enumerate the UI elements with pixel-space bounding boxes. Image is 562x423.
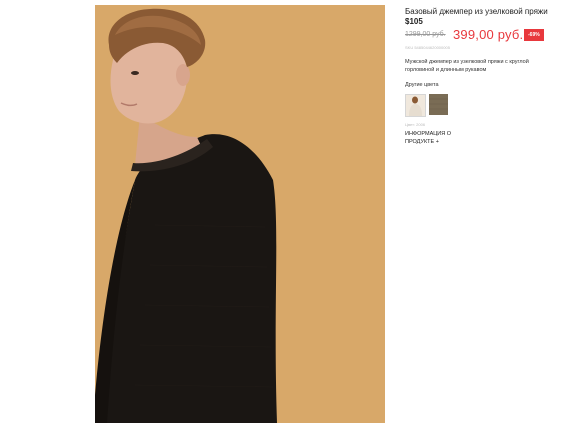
discount-badge: -69% [524,29,544,41]
product-description: Мужской джемпер из узелковой пряжи с кру… [405,59,529,73]
other-colors-label: Другие цвета [405,82,439,88]
model-photo-graphic [95,5,385,423]
swatch-khaki-thumbnail [429,94,448,115]
sale-price: 399,00 руб. [453,27,524,42]
color-swatch-khaki[interactable] [429,94,448,115]
product-photo[interactable] [95,5,385,423]
color-swatch-light[interactable] [405,94,426,117]
color-note: Цвет: 2006 [405,122,426,127]
product-sku: SKU 5485044620000005 [405,45,450,50]
swatch-light-thumbnail [406,95,425,116]
product-info-toggle[interactable]: ИНФОРМАЦИЯ О ПРОДУКТЕ + [405,130,465,146]
product-title-text: Базовый джемпер из узелковой пряжи [405,7,548,16]
product-page: Базовый джемпер из узелковой пряжи $105 … [0,0,562,423]
product-title: Базовый джемпер из узелковой пряжи $105 [405,7,555,27]
old-price: 1299,00 руб. [405,31,446,38]
product-code: $105 [405,17,423,26]
